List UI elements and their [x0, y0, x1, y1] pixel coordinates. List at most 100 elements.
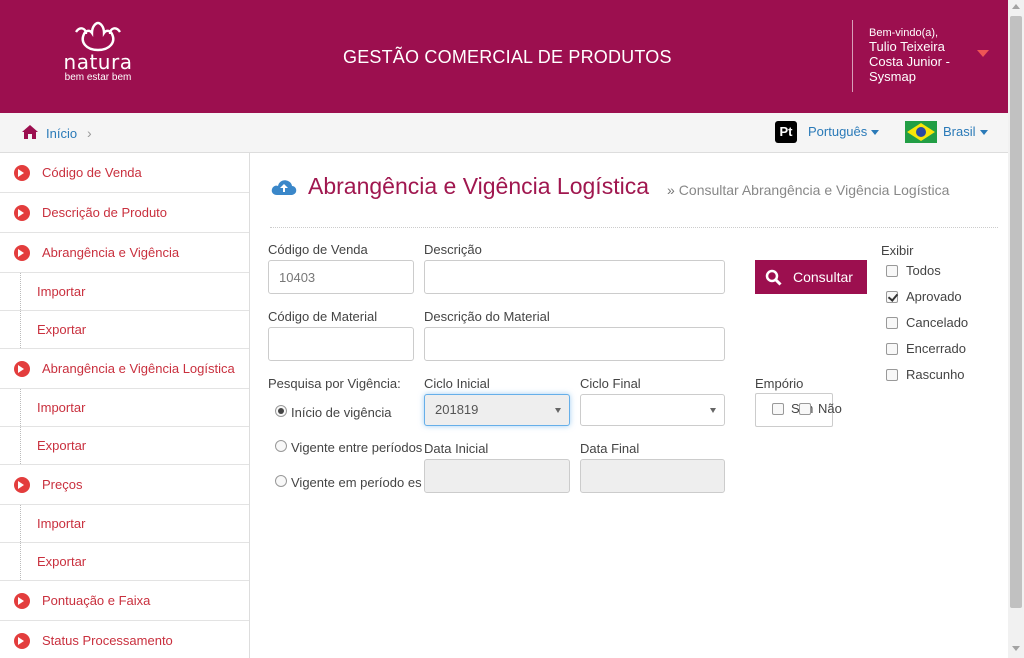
user-dropdown-caret-icon[interactable] [977, 50, 989, 57]
breadcrumb-home-link[interactable]: Início [46, 126, 77, 141]
codigo-material-input[interactable] [268, 327, 414, 361]
natura-flower-icon [75, 21, 121, 52]
descricao-input[interactable] [424, 260, 725, 294]
sidebar-subitem-exportar[interactable]: Exportar [0, 427, 249, 465]
logo-tagline: bem estar bem [64, 72, 132, 83]
data-inicial-input[interactable] [424, 459, 570, 493]
pesquisa-vigencia-label: Pesquisa por Vigência: [268, 376, 401, 391]
emporio-label: Empório [755, 376, 804, 391]
home-icon[interactable] [21, 124, 39, 140]
arrow-circle-right-icon [14, 632, 30, 649]
cloud-upload-icon [271, 180, 297, 195]
sidebar-item-label: Abrangência e Vigência [42, 245, 180, 260]
chevron-down-icon [555, 408, 561, 413]
sidebar-item-abrangencia-e-vigencia-logistica[interactable]: Abrangência e Vigência Logística [0, 349, 249, 389]
sidebar-subitem-exportar[interactable]: Exportar [0, 311, 249, 349]
sidebar-subitem-importar[interactable]: Importar [0, 389, 249, 427]
radio-vigente-entre-periodos[interactable] [275, 440, 287, 452]
tree-line [20, 311, 21, 348]
tree-line [20, 543, 21, 580]
sidebar-item-pontuacao-e-faixa[interactable]: Pontuação e Faixa [0, 581, 249, 621]
user-name: Tulio Teixeira Costa Junior - Sysmap [869, 39, 950, 84]
scroll-thumb[interactable] [1010, 16, 1022, 608]
arrow-circle-right-icon [14, 476, 30, 493]
exibir-todos-checkbox[interactable] [886, 265, 898, 277]
search-icon [765, 269, 782, 286]
main-content: Abrangência e Vigência Logística » Consul… [251, 153, 1008, 658]
sidebar-item-label: Abrangência e Vigência Logística [42, 361, 235, 376]
data-final-input[interactable] [580, 459, 725, 493]
page-title: Abrangência e Vigência Logística [308, 173, 649, 199]
ciclo-inicial-value: 201819 [435, 402, 479, 417]
ciclo-final-label: Ciclo Final [580, 376, 641, 391]
sidebar-item-label: Pontuação e Faixa [42, 593, 151, 608]
country-selector[interactable]: Brasil [943, 124, 988, 139]
sidebar-item-status-processamento[interactable]: Status Processamento [0, 621, 249, 658]
sidebar-item-label: Descrição de Produto [42, 205, 168, 220]
sidebar-item-codigo-de-venda[interactable]: Código de Venda [0, 153, 249, 193]
exibir-cancelado-checkbox[interactable] [886, 317, 898, 329]
sidebar-item-label: Importar [37, 400, 86, 415]
descricao-material-input[interactable] [424, 327, 725, 361]
user-menu[interactable]: Bem-vindo(a), Tulio Teixeira Costa Junio… [852, 20, 992, 92]
ciclo-final-select[interactable] [580, 394, 725, 426]
emporio-sim-checkbox[interactable] [772, 403, 784, 415]
emporio-nao-checkbox[interactable] [799, 403, 811, 415]
sidebar-item-label: Importar [37, 516, 86, 531]
subtitle-separator: » [667, 182, 675, 198]
breadcrumb-separator: › [87, 125, 92, 141]
arrow-circle-right-icon [14, 360, 30, 377]
natura-logo[interactable]: natura bem estar bem [58, 20, 138, 84]
sidebar-item-label: Código de Venda [42, 165, 142, 180]
title-divider [270, 227, 998, 228]
data-inicial-label: Data Inicial [424, 441, 489, 456]
user-welcome: Bem-vindo(a), [869, 27, 939, 39]
codigo-material-label: Código de Material [268, 309, 378, 324]
sidebar-subitem-exportar[interactable]: Exportar [0, 543, 249, 581]
data-final-label: Data Final [580, 441, 640, 456]
scroll-down-arrow-icon[interactable] [1012, 646, 1020, 651]
exibir-rascunho-checkbox[interactable] [886, 369, 898, 381]
app-title: GESTÃO COMERCIAL DE PRODUTOS [343, 47, 672, 67]
page-scrollbar[interactable] [1008, 0, 1024, 658]
language-label: Português [808, 124, 868, 139]
arrow-circle-right-icon [14, 592, 30, 609]
sidebar-item-label: Exportar [37, 438, 87, 453]
consultar-button[interactable]: Consultar [755, 260, 867, 294]
radio-vigente-em-periodo[interactable] [275, 475, 287, 487]
sidebar-item-label: Exportar [37, 554, 87, 569]
exibir-cancelado-label: Cancelado [906, 315, 969, 330]
ciclo-inicial-select[interactable]: 201819 [424, 394, 570, 426]
tree-line [20, 389, 21, 426]
emporio-nao-label: Não [818, 401, 842, 416]
exibir-aprovado-checkbox[interactable] [886, 291, 898, 303]
sidebar-item-label: Status Processamento [42, 633, 173, 648]
scroll-up-arrow-icon[interactable] [1012, 4, 1020, 9]
sidebar-item-descricao-de-produto[interactable]: Descrição de Produto [0, 193, 249, 233]
codigo-venda-input[interactable] [268, 260, 414, 294]
language-selector[interactable]: Português [808, 124, 880, 139]
sidebar-nav: Código de Venda Descrição de Produto Abr… [0, 153, 250, 658]
sidebar-item-label: Exportar [37, 322, 87, 337]
consultar-label: Consultar [793, 269, 853, 285]
radio-vigente-em-label: Vigente em período es [291, 475, 422, 490]
brazil-flag-icon [905, 121, 937, 143]
exibir-encerrado-checkbox[interactable] [886, 343, 898, 355]
page-subtitle-text: Consultar Abrangência e Vigência Logísti… [678, 182, 950, 198]
tree-line [20, 427, 21, 464]
app-header: natura bem estar bem GESTÃO COMERCIAL DE… [0, 0, 1008, 113]
arrow-circle-right-icon [14, 204, 30, 221]
descricao-label: Descrição [424, 242, 482, 257]
tree-line [20, 505, 21, 542]
sidebar-item-label: Preços [42, 477, 83, 492]
radio-inicio-vigencia[interactable] [275, 405, 287, 417]
sidebar-subitem-importar[interactable]: Importar [0, 273, 249, 311]
sidebar-item-abrangencia-e-vigencia[interactable]: Abrangência e Vigência [0, 233, 249, 273]
ciclo-inicial-label: Ciclo Inicial [424, 376, 490, 391]
sidebar-item-precos[interactable]: Preços [0, 465, 249, 505]
exibir-aprovado-label: Aprovado [906, 289, 962, 304]
language-caret-icon [871, 130, 880, 136]
country-caret-icon [979, 130, 988, 136]
country-label: Brasil [943, 124, 976, 139]
sidebar-subitem-importar[interactable]: Importar [0, 505, 249, 543]
